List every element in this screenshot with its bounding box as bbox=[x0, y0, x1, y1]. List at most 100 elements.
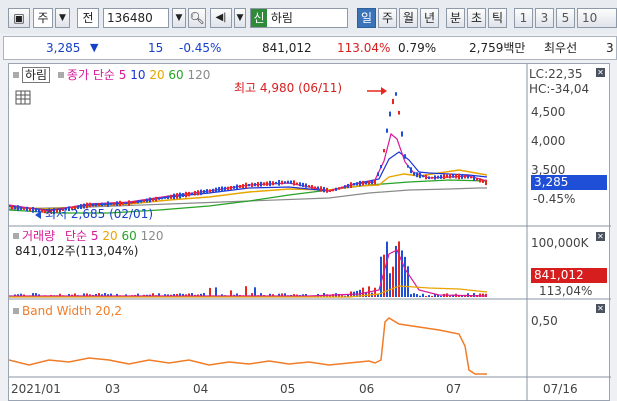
ma-handle-icon[interactable] bbox=[57, 72, 64, 78]
ma-period-20[interactable]: 20 bbox=[149, 68, 164, 82]
volume-ma-120[interactable]: 120 bbox=[141, 229, 164, 243]
sound-icon[interactable]: ◀| bbox=[210, 8, 232, 28]
candle bbox=[236, 184, 238, 190]
volume-ma-20[interactable]: 20 bbox=[102, 229, 117, 243]
sound-dropdown-icon[interactable]: ▼ bbox=[234, 8, 246, 28]
interval-3[interactable]: 3 bbox=[535, 8, 554, 28]
period-month[interactable]: 월 bbox=[399, 8, 418, 28]
search-icon[interactable]: 🔍︎ bbox=[188, 8, 206, 28]
band-panel-title[interactable]: Band Width 20,2 bbox=[22, 304, 122, 318]
candle bbox=[260, 181, 262, 187]
period-minute[interactable]: 분 bbox=[446, 8, 465, 28]
volume-ma-label[interactable]: 단순 bbox=[65, 229, 87, 243]
period-week[interactable]: 주 bbox=[378, 8, 397, 28]
volume-bar bbox=[245, 286, 247, 297]
prefix-select[interactable]: 전 bbox=[77, 8, 99, 28]
volume-bar bbox=[425, 295, 427, 297]
period-day[interactable]: 일 bbox=[357, 8, 376, 28]
candle bbox=[332, 189, 334, 192]
band-handle-icon[interactable] bbox=[13, 308, 19, 314]
code-dropdown-icon[interactable]: ▼ bbox=[172, 8, 186, 28]
candle bbox=[383, 149, 385, 153]
candle bbox=[131, 201, 133, 204]
candle bbox=[458, 173, 460, 180]
ma-period-60[interactable]: 60 bbox=[168, 68, 183, 82]
candle bbox=[338, 187, 340, 190]
candle bbox=[443, 174, 445, 180]
candle bbox=[227, 186, 229, 190]
candle bbox=[437, 175, 439, 179]
candle bbox=[317, 186, 319, 191]
candle bbox=[170, 194, 172, 199]
volume-ma-5[interactable]: 5 bbox=[91, 229, 99, 243]
volume-bar bbox=[440, 295, 442, 297]
candle bbox=[179, 192, 181, 199]
price-change-pct: -0.45% bbox=[179, 41, 222, 55]
period-year[interactable]: 년 bbox=[420, 8, 439, 28]
volume-bar bbox=[413, 293, 415, 297]
down-arrow-icon: ▼ bbox=[90, 41, 99, 54]
candle bbox=[197, 190, 199, 196]
candle bbox=[149, 197, 151, 203]
close-volume-panel-icon[interactable]: ✕ bbox=[596, 232, 605, 241]
price-panel-title[interactable]: 하림 bbox=[22, 67, 51, 83]
candle bbox=[206, 189, 208, 194]
ma-period-5[interactable]: 5 bbox=[119, 68, 127, 82]
ma-label[interactable]: 종가 단순 bbox=[67, 68, 115, 82]
candle bbox=[164, 196, 166, 199]
close-band-panel-icon[interactable]: ✕ bbox=[596, 304, 605, 313]
candle bbox=[413, 172, 415, 176]
candle bbox=[368, 180, 370, 185]
candle bbox=[173, 193, 175, 200]
candle bbox=[377, 172, 379, 177]
candle bbox=[116, 201, 118, 207]
market-dropdown-icon[interactable]: ▼ bbox=[55, 8, 70, 28]
candle bbox=[284, 181, 286, 184]
candle bbox=[248, 183, 250, 187]
interval-5[interactable]: 5 bbox=[556, 8, 575, 28]
price-candles bbox=[11, 92, 487, 215]
current-pct-label: -0.45% bbox=[533, 192, 576, 206]
candle bbox=[326, 187, 328, 193]
candle bbox=[482, 179, 484, 183]
candle bbox=[371, 180, 373, 185]
interval-10[interactable]: 10 bbox=[577, 8, 617, 28]
chart-area[interactable]: 하림 종가 단순 5 10 20 60 120 최고 4,980 (06/11)… bbox=[8, 63, 611, 401]
candle bbox=[128, 200, 130, 206]
volume-bar bbox=[416, 294, 418, 297]
grid-icon[interactable] bbox=[15, 90, 31, 105]
stock-name-field[interactable]: 신 하림 bbox=[250, 8, 348, 28]
current-price: 3,285 bbox=[46, 41, 81, 55]
candle bbox=[122, 202, 124, 205]
turnover-ratio: 0.79% bbox=[398, 41, 437, 55]
candle bbox=[158, 197, 160, 200]
interval-1[interactable]: 1 bbox=[514, 8, 533, 28]
new-tag: 신 bbox=[251, 9, 267, 27]
volume-bar bbox=[473, 293, 475, 297]
candle bbox=[359, 180, 361, 187]
panel-handle-icon[interactable] bbox=[13, 72, 19, 78]
candle bbox=[155, 196, 157, 202]
close-panel-icon[interactable]: ✕ bbox=[596, 68, 605, 77]
candle bbox=[191, 192, 193, 195]
candle bbox=[152, 197, 154, 202]
code-input[interactable]: 136480 bbox=[103, 8, 169, 28]
volume-ma-60[interactable]: 60 bbox=[121, 229, 136, 243]
period-second[interactable]: 초 bbox=[467, 8, 486, 28]
volume-handle-icon[interactable] bbox=[13, 233, 19, 239]
candle bbox=[404, 154, 406, 159]
period-tick[interactable]: 틱 bbox=[488, 8, 507, 28]
candle bbox=[263, 182, 265, 186]
ma-period-120[interactable]: 120 bbox=[188, 68, 211, 82]
candle bbox=[308, 185, 310, 188]
candle bbox=[92, 203, 94, 207]
candle bbox=[113, 202, 115, 206]
window-icon[interactable]: ▣ bbox=[8, 8, 30, 28]
priority-label: 최우선 bbox=[544, 41, 578, 55]
market-select[interactable]: 주 bbox=[33, 8, 53, 28]
candle bbox=[233, 185, 235, 189]
ma-period-10[interactable]: 10 bbox=[130, 68, 145, 82]
candle bbox=[14, 205, 16, 210]
volume-panel-title[interactable]: 거래량 bbox=[22, 229, 55, 243]
candle bbox=[20, 206, 22, 210]
